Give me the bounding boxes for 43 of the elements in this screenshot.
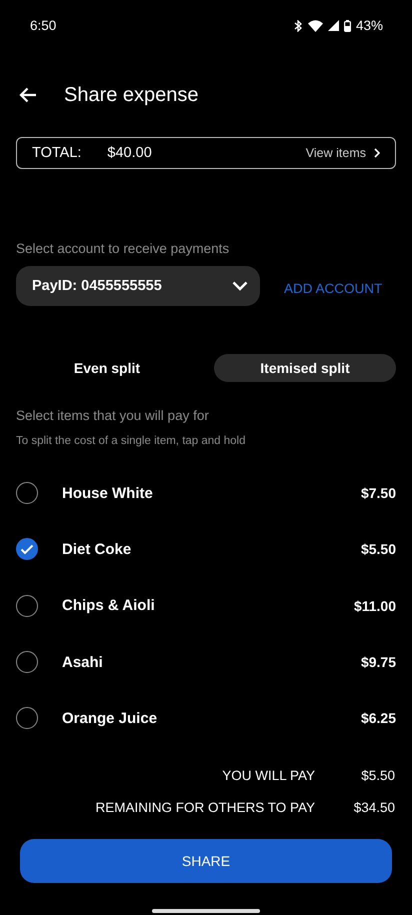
- screen-title: Share expense: [64, 84, 199, 106]
- items-hint: To split the cost of a single item, tap and hold: [16, 435, 246, 447]
- status-time: 6:50: [30, 18, 56, 33]
- split-tab[interactable]: Itemised split: [214, 354, 396, 382]
- back-arrow-icon: [19, 87, 37, 103]
- summary-label: REMAINING FOR OTHERS TO PAY: [95, 800, 315, 815]
- summary-amount: $34.50: [352, 800, 395, 815]
- total-amount: $40.00: [107, 145, 152, 161]
- item-price: $9.75: [360, 654, 396, 670]
- item-price: $6.25: [360, 710, 396, 726]
- battery-percent: 43%: [356, 18, 383, 33]
- item-checkbox[interactable]: [16, 594, 38, 617]
- items-label: Select items that you will pay for: [16, 408, 210, 423]
- item-checkbox[interactable]: [16, 707, 38, 730]
- item-name: Chips & Aioli: [62, 597, 155, 614]
- total-label: TOTAL:: [32, 145, 82, 161]
- summary-label: YOU WILL PAY: [222, 768, 315, 783]
- signal-icon: [328, 20, 339, 31]
- wifi-icon: [308, 20, 323, 32]
- chevron-right-icon: [374, 148, 380, 158]
- item-name: Diet Coke: [62, 540, 132, 558]
- item-price: $11.00: [354, 598, 396, 614]
- battery-icon: [344, 20, 351, 32]
- share-button[interactable]: SHARE: [20, 839, 392, 884]
- item-price: $5.50: [360, 541, 396, 558]
- home-indicator[interactable]: [152, 909, 260, 914]
- view-items-link[interactable]: View items: [306, 146, 380, 160]
- item-name: Asahi: [62, 654, 103, 671]
- item-name: House White: [62, 484, 153, 502]
- item-price: $7.50: [360, 485, 396, 502]
- bluetooth-icon: [294, 20, 303, 32]
- item-checkbox[interactable]: [16, 651, 38, 674]
- add-account-link[interactable]: ADD ACCOUNT: [284, 280, 382, 296]
- back-button[interactable]: [19, 87, 37, 103]
- account-dropdown[interactable]: PayID: 0455555555: [16, 266, 260, 306]
- checkmark-icon: [20, 544, 34, 555]
- summary-amount: $5.50: [360, 768, 395, 783]
- chevron-down-icon: [232, 281, 248, 291]
- account-label: Select account to receive payments: [16, 241, 230, 256]
- item-checkbox[interactable]: [16, 538, 38, 560]
- item-name: Orange Juice: [62, 710, 158, 727]
- item-checkbox[interactable]: [16, 482, 38, 504]
- split-tab[interactable]: Even split: [16, 354, 198, 382]
